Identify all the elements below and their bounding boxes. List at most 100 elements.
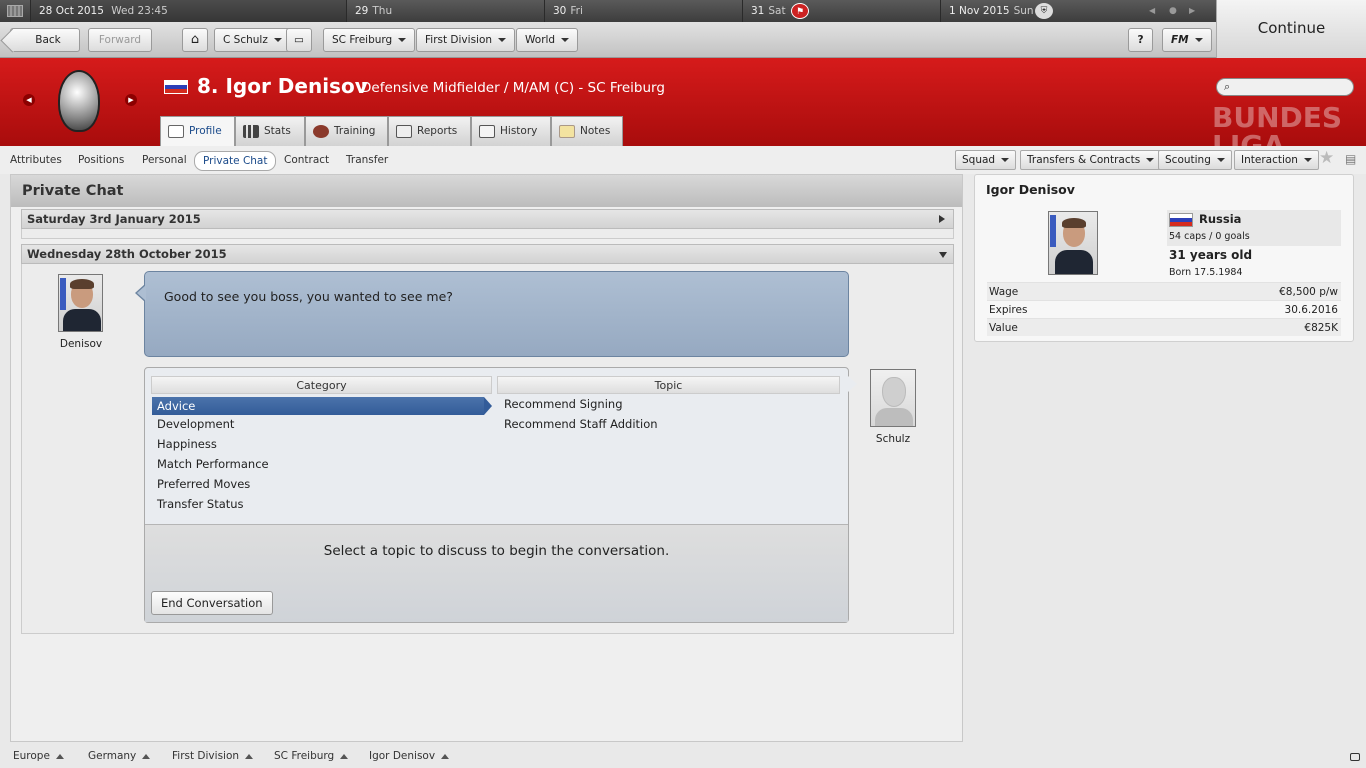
calendar-day[interactable]: 29 Thu [346, 0, 544, 22]
day-number: 29 [355, 5, 369, 17]
end-conversation-button[interactable]: End Conversation [151, 591, 273, 615]
search-input[interactable]: ⌕ [1216, 78, 1354, 96]
section-date: Wednesday 28th October 2015 [27, 247, 227, 261]
info-row-wage: Wage €8,500 p/w [987, 282, 1341, 300]
club-label: SC Freiburg [332, 34, 393, 46]
chat-section-jan-2015[interactable]: Saturday 3rd January 2015 [21, 209, 954, 229]
chevron-down-icon [1194, 38, 1203, 42]
division-menu[interactable]: First Division [416, 28, 516, 52]
manager-menu[interactable]: C Schulz [214, 28, 291, 52]
category-item-advice[interactable]: Advice [152, 397, 492, 415]
breadcrumb: Europe Germany First Division SC Freibur… [0, 742, 1366, 768]
tab-label: Notes [580, 125, 611, 137]
category-header: Category [151, 376, 492, 394]
card-player-avatar[interactable] [1048, 211, 1098, 275]
subnav-transfer[interactable]: Transfer [338, 152, 396, 170]
hair [70, 279, 94, 289]
next-player-icon[interactable]: ▶ [125, 94, 137, 106]
silhouette-face [882, 377, 906, 407]
subnav-personal[interactable]: Personal [134, 152, 195, 170]
section-body-collapsed [21, 229, 954, 239]
breadcrumb-first-division[interactable]: First Division [172, 750, 254, 762]
category-item-development[interactable]: Development [152, 415, 484, 433]
subnav-private-chat[interactable]: Private Chat [194, 151, 277, 171]
tab-training[interactable]: Training [305, 116, 388, 146]
category-item-happiness[interactable]: Happiness [152, 435, 484, 453]
club-menu[interactable]: SC Freiburg [323, 28, 416, 52]
category-item-transfer-status[interactable]: Transfer Status [152, 495, 484, 513]
tab-history[interactable]: History [471, 116, 551, 146]
topic-item-recommend-signing[interactable]: Recommend Signing [498, 395, 623, 413]
club-crest-icon[interactable] [58, 70, 100, 132]
transfers-label: Transfers & Contracts [1027, 154, 1141, 166]
speech-text: Good to see you boss, you wanted to see … [164, 289, 453, 304]
window-icon[interactable] [1350, 753, 1360, 761]
continue-button[interactable]: Continue [1216, 0, 1366, 58]
cal-today-dot-icon[interactable]: ● [1169, 0, 1177, 22]
prev-player-icon[interactable]: ◀ [23, 94, 35, 106]
chevron-down-icon [398, 38, 407, 42]
category-item-match-performance[interactable]: Match Performance [152, 455, 484, 473]
home-icon: ⌂ [190, 32, 200, 47]
help-button[interactable]: ? [1128, 28, 1153, 52]
breadcrumb-europe[interactable]: Europe [13, 750, 64, 762]
notes-add-icon[interactable]: ▤ [1345, 152, 1356, 166]
tab-stats[interactable]: Stats [235, 116, 305, 146]
breadcrumb-club[interactable]: SC Freiburg [274, 750, 349, 762]
squad-menu[interactable]: Squad [955, 150, 1017, 170]
nation-name[interactable]: Russia [1199, 212, 1241, 226]
info-value: 30.6.2016 [1284, 304, 1338, 316]
card-player-name: Igor Denisov [986, 182, 1075, 197]
league-logo: BUNDES LIGA [1212, 101, 1343, 147]
home-button[interactable]: ⌂ [182, 28, 208, 52]
chevron-down-icon [1146, 158, 1155, 162]
inbox-button[interactable]: ▭ [286, 28, 312, 52]
info-label: Value [989, 322, 1018, 334]
calendar-day[interactable]: 1 Nov 2015 Sun ⛨ ◀ ● ▶ [940, 0, 1216, 22]
day-number: 31 [751, 5, 765, 17]
today-date: 28 Oct 2015 [39, 5, 104, 17]
chat-section-oct-2015[interactable]: Wednesday 28th October 2015 [21, 244, 954, 264]
opponent-badge-icon: ⚑ [791, 3, 809, 19]
shirt [63, 309, 101, 331]
breadcrumb-germany[interactable]: Germany [88, 750, 151, 762]
tab-notes[interactable]: Notes [551, 116, 623, 146]
player-avatar[interactable] [58, 274, 103, 332]
back-label: Back [35, 34, 61, 46]
manager-avatar[interactable] [870, 369, 916, 427]
subnav-contract[interactable]: Contract [276, 152, 337, 170]
private-chat-panel: Private Chat Saturday 3rd January 2015 W… [10, 174, 963, 742]
breadcrumb-player[interactable]: Igor Denisov [369, 750, 450, 762]
calendar-day[interactable]: 31 Sat ⚑ [742, 0, 940, 22]
forward-button[interactable]: Forward [88, 28, 152, 52]
today-time: Wed 23:45 [111, 5, 168, 17]
subnav-positions[interactable]: Positions [70, 152, 132, 170]
tab-label: Reports [417, 125, 458, 137]
calendar-today[interactable]: 28 Oct 2015 Wed 23:45 [30, 0, 346, 22]
world-menu[interactable]: World [516, 28, 579, 52]
cal-prev-icon[interactable]: ◀ [1149, 0, 1155, 22]
fm-menu[interactable]: FM [1162, 28, 1212, 52]
crumb-label: First Division [172, 750, 240, 762]
cal-next-icon[interactable]: ▶ [1189, 0, 1195, 22]
tab-profile[interactable]: Profile [160, 116, 235, 146]
fm-logo-icon: FM [1171, 34, 1189, 46]
world-label: World [525, 34, 556, 46]
interaction-menu[interactable]: Interaction [1234, 150, 1319, 170]
chevron-down-icon [1001, 158, 1010, 162]
subnav-attributes[interactable]: Attributes [2, 152, 70, 170]
topic-item-recommend-staff[interactable]: Recommend Staff Addition [498, 415, 658, 433]
calendar-icon[interactable] [7, 5, 23, 17]
scouting-menu[interactable]: Scouting [1158, 150, 1232, 170]
tab-reports[interactable]: Reports [388, 116, 471, 146]
back-button[interactable]: Back [10, 28, 80, 52]
chevron-up-icon [55, 753, 64, 759]
star-icon[interactable]: ★ [1319, 148, 1334, 168]
info-row-value: Value €825K [987, 318, 1341, 336]
division-label: First Division [425, 34, 493, 46]
player-summary-card: Igor Denisov Russia 54 caps / 0 goals 31… [974, 174, 1354, 342]
calendar-day[interactable]: 30 Fri [544, 0, 742, 22]
transfers-contracts-menu[interactable]: Transfers & Contracts [1020, 150, 1162, 170]
chevron-down-icon [498, 38, 507, 42]
category-item-preferred-moves[interactable]: Preferred Moves [152, 475, 484, 493]
